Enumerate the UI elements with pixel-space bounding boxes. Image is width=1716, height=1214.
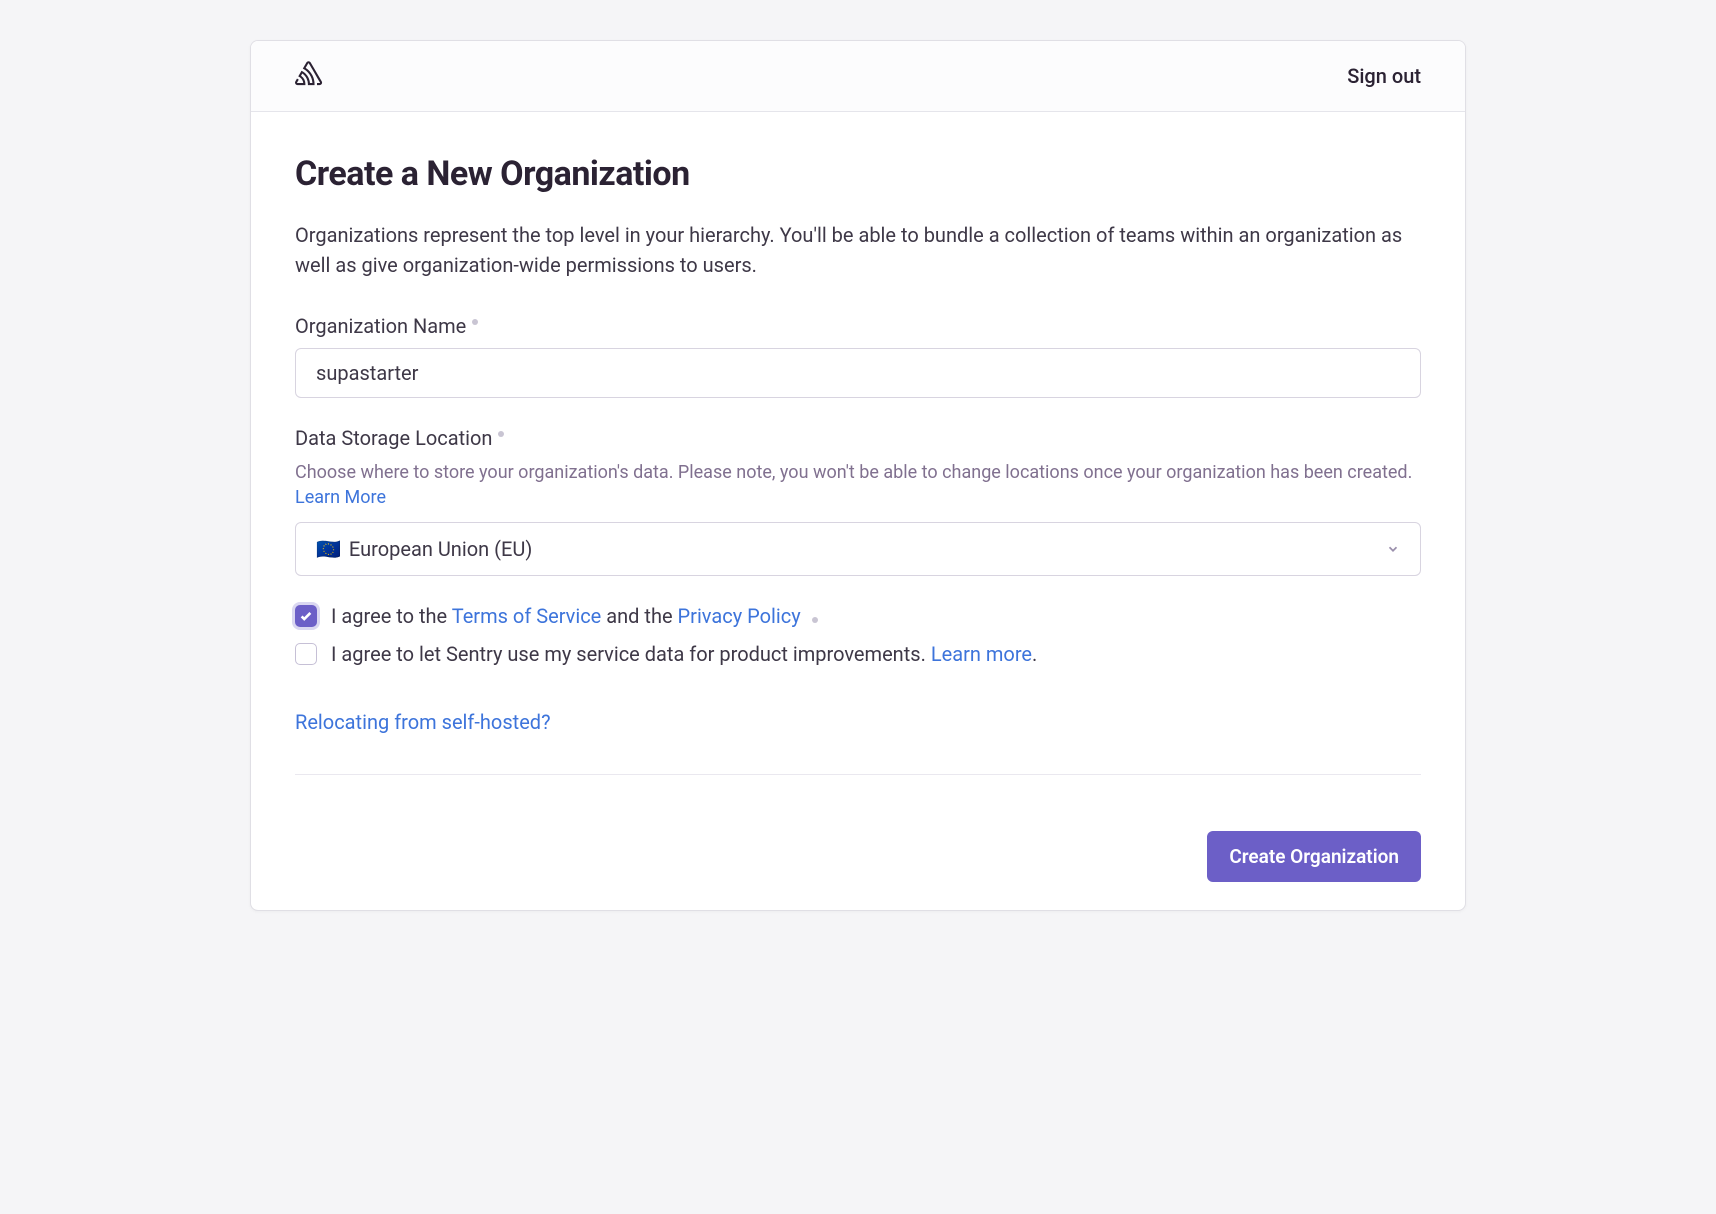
- organization-form-card: Sign out Create a New Organization Organ…: [250, 40, 1466, 911]
- data-location-learn-more-link[interactable]: Learn More: [295, 487, 386, 508]
- page-description: Organizations represent the top level in…: [295, 220, 1421, 280]
- relocating-link[interactable]: Relocating from self-hosted?: [295, 710, 551, 734]
- chevron-down-icon: [1386, 537, 1400, 561]
- data-location-label: Data Storage Location: [295, 426, 1421, 450]
- service-data-checkbox-row: I agree to let Sentry use my service dat…: [295, 642, 1421, 666]
- card-content: Create a New Organization Organizations …: [251, 112, 1465, 807]
- divider: [295, 774, 1421, 775]
- privacy-policy-link[interactable]: Privacy Policy: [678, 604, 801, 628]
- service-data-learn-more-link[interactable]: Learn more: [931, 642, 1032, 666]
- data-location-field-group: Data Storage Location Choose where to st…: [295, 426, 1421, 576]
- required-indicator-icon: [812, 617, 818, 623]
- tos-link[interactable]: Terms of Service: [452, 604, 602, 628]
- card-header: Sign out: [251, 41, 1465, 112]
- org-name-label: Organization Name: [295, 314, 1421, 338]
- sentry-logo-icon: [295, 61, 325, 91]
- org-name-input[interactable]: [295, 348, 1421, 398]
- page-title: Create a New Organization: [295, 154, 1421, 194]
- service-data-checkbox[interactable]: [295, 643, 317, 665]
- tos-label: I agree to the Terms of Service and the …: [331, 604, 818, 628]
- create-organization-button[interactable]: Create Organization: [1207, 831, 1421, 882]
- tos-checkbox-row: I agree to the Terms of Service and the …: [295, 604, 1421, 628]
- signout-link[interactable]: Sign out: [1347, 64, 1421, 88]
- card-footer: Create Organization: [251, 807, 1465, 910]
- data-location-selected-label: European Union (EU): [349, 537, 532, 561]
- data-location-select[interactable]: 🇪🇺 European Union (EU): [295, 522, 1421, 576]
- org-name-field-group: Organization Name: [295, 314, 1421, 398]
- required-indicator-icon: [472, 319, 478, 325]
- eu-flag-icon: 🇪🇺: [316, 537, 341, 561]
- data-location-help: Choose where to store your organization'…: [295, 460, 1421, 510]
- required-indicator-icon: [498, 431, 504, 437]
- check-icon: [299, 609, 313, 623]
- tos-checkbox[interactable]: [295, 605, 317, 627]
- service-data-label: I agree to let Sentry use my service dat…: [331, 642, 1037, 666]
